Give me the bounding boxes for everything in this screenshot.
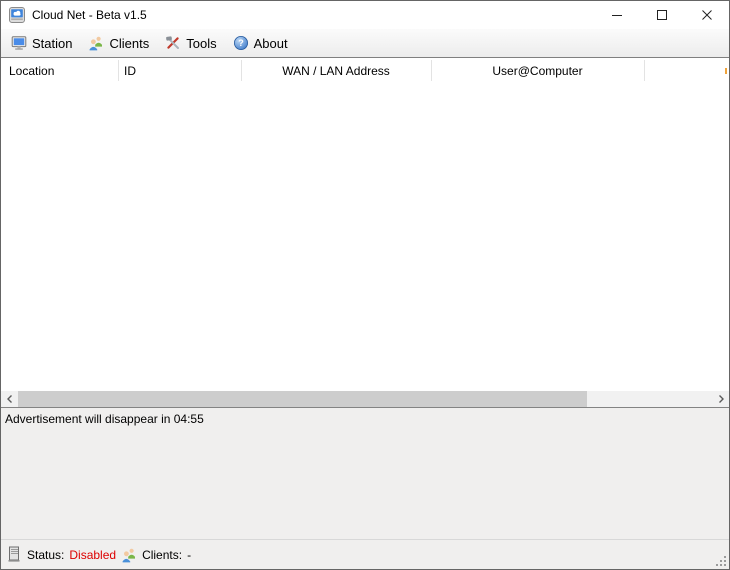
status-label: Status: bbox=[27, 548, 64, 562]
statusbar: Status: Disabled Clients: - bbox=[1, 539, 729, 569]
tools-button[interactable]: Tools bbox=[157, 32, 224, 54]
list-header: Location ID WAN / LAN Address User@Compu… bbox=[1, 58, 729, 84]
column-separator bbox=[118, 60, 119, 81]
window-title: Cloud Net - Beta v1.5 bbox=[32, 8, 594, 22]
chevron-right-icon bbox=[716, 394, 726, 404]
station-button-label: Station bbox=[32, 36, 72, 51]
maximize-icon bbox=[656, 9, 668, 21]
column-header-user-computer[interactable]: User@Computer bbox=[431, 58, 644, 84]
scroll-right-button[interactable] bbox=[712, 391, 729, 407]
horizontal-scrollbar[interactable] bbox=[1, 391, 729, 408]
column-label: User@Computer bbox=[492, 64, 582, 78]
toolbar: Station Clients Tools bbox=[1, 29, 729, 58]
column-header-extra[interactable] bbox=[644, 58, 729, 84]
scroll-left-button[interactable] bbox=[1, 391, 18, 407]
clients-label: Clients: bbox=[142, 548, 182, 562]
advertisement-countdown-text: Advertisement will disappear in 04:55 bbox=[5, 412, 204, 426]
about-button-label: About bbox=[254, 36, 288, 51]
clipped-column-icon bbox=[725, 68, 727, 74]
scrollbar-thumb[interactable] bbox=[18, 391, 587, 407]
column-header-id[interactable]: ID bbox=[118, 58, 241, 84]
column-label: WAN / LAN Address bbox=[282, 64, 390, 78]
close-icon bbox=[701, 9, 713, 21]
caption-buttons bbox=[594, 1, 729, 29]
tools-button-label: Tools bbox=[186, 36, 216, 51]
close-button[interactable] bbox=[684, 1, 729, 29]
about-question-icon: ? bbox=[233, 35, 249, 51]
minimize-button[interactable] bbox=[594, 1, 639, 29]
about-button[interactable]: ? About bbox=[225, 32, 296, 54]
minimize-icon bbox=[611, 9, 623, 21]
chevron-left-icon bbox=[5, 394, 15, 404]
list-body[interactable] bbox=[1, 84, 729, 391]
clients-value: - bbox=[187, 548, 191, 562]
station-monitor-icon bbox=[11, 35, 27, 51]
svg-text:?: ? bbox=[238, 38, 244, 48]
clients-button[interactable]: Clients bbox=[80, 32, 157, 54]
column-separator bbox=[644, 60, 645, 81]
column-header-location[interactable]: Location bbox=[1, 58, 118, 84]
clients-button-label: Clients bbox=[109, 36, 149, 51]
advertisement-panel: Advertisement will disappear in 04:55 bbox=[1, 408, 729, 539]
column-separator bbox=[241, 60, 242, 81]
resize-grip[interactable] bbox=[716, 556, 727, 567]
app-window: Cloud Net - Beta v1.5 Station bbox=[0, 0, 730, 570]
app-cloud-drive-icon bbox=[9, 7, 25, 23]
titlebar[interactable]: Cloud Net - Beta v1.5 bbox=[1, 1, 729, 29]
clients-people-icon bbox=[121, 547, 137, 563]
server-tower-icon bbox=[7, 546, 22, 563]
maximize-button[interactable] bbox=[639, 1, 684, 29]
station-button[interactable]: Station bbox=[3, 32, 80, 54]
tools-hammer-wrench-icon bbox=[165, 35, 181, 51]
column-header-wan-lan-address[interactable]: WAN / LAN Address bbox=[241, 58, 431, 84]
column-label: ID bbox=[124, 64, 136, 78]
status-value: Disabled bbox=[69, 548, 116, 562]
clients-people-icon bbox=[88, 35, 104, 51]
column-separator bbox=[431, 60, 432, 81]
column-label: Location bbox=[9, 64, 54, 78]
